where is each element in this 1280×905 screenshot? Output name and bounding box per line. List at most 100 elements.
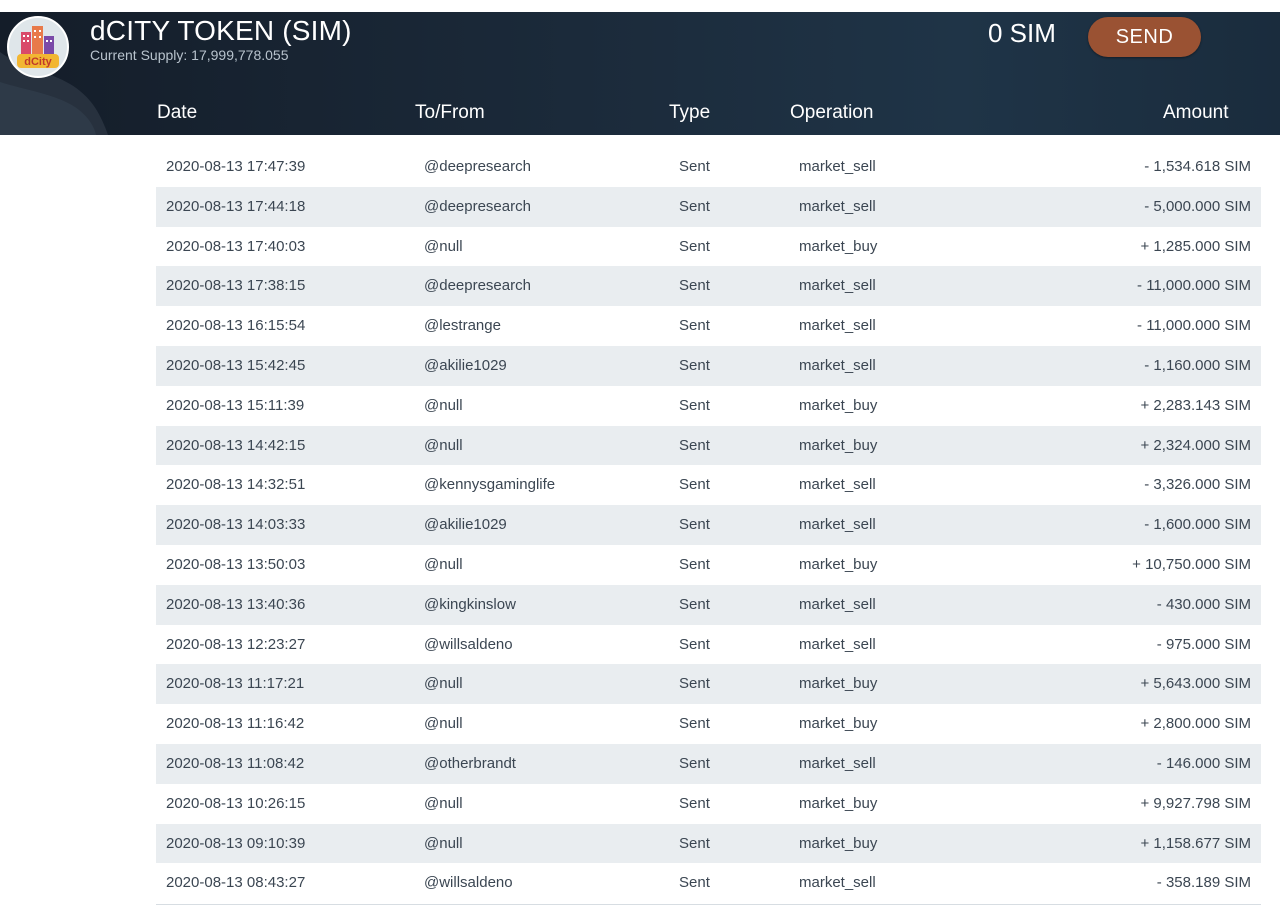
table-row: 2020-08-13 17:47:39 @deepresearch Sent mark… [156,147,1261,187]
cell-to-from: @akilie1029 [424,356,507,374]
cell-type: Sent [679,675,710,693]
cell-to-from: @null [424,834,463,852]
table-row: 2020-08-13 15:42:45 @akilie1029 Sent market… [156,345,1261,386]
cell-date: 2020-08-13 16:15:54 [166,317,306,335]
cell-type: Sent [679,237,710,255]
column-header-operation: Operation [790,102,874,123]
column-header-to-from: To/From [415,102,485,123]
cell-amount: - 5,000.000 SIM [1144,197,1251,215]
cell-to-from: @deepresearch [424,197,531,215]
table-row: 2020-08-13 15:11:39 @null Sent market_buy + … [156,386,1261,426]
table-row: 2020-08-13 13:40:36 @kingkinslow Sent marke… [156,584,1261,625]
cell-amount: - 11,000.000 SIM [1137,317,1251,335]
cell-date: 2020-08-13 14:03:33 [166,516,306,534]
cell-to-from: @willsaldeno [424,635,513,653]
cell-type: Sent [679,754,710,772]
cell-to-from: @lestrange [424,317,501,335]
cell-date: 2020-08-13 15:11:39 [166,396,305,414]
cell-type: Sent [679,476,710,494]
cell-operation: market_sell [799,158,876,175]
cell-type: Sent [679,356,710,374]
cell-operation: market_buy [799,715,878,733]
cell-to-from: @kennysgaminglife [424,476,556,494]
cell-date: 2020-08-13 11:16:42 [166,715,305,733]
table-row: 2020-08-13 17:40:03 @null Sent market_buy + … [156,227,1261,267]
cell-type: Sent [679,794,710,812]
cell-amount: + 2,283.143 SIM [1140,396,1252,414]
cell-to-from: @kingkinslow [424,595,516,613]
table-row: 2020-08-13 14:32:51 @kennysgaminglife Sent… [156,465,1261,505]
token-header: dCity dCITY TOKEN (SIM) Current Supply: … [0,12,1280,135]
cell-to-from: @null [424,555,463,573]
cell-date: 2020-08-13 08:43:27 [166,874,306,892]
table-row: 2020-08-13 13:50:03 @null Sent market_buy + … [156,545,1261,585]
cell-date: 2020-08-13 17:38:15 [166,277,306,295]
cell-operation: market_sell [799,635,876,653]
cell-date: 2020-08-13 09:10:39 [166,834,306,852]
cell-operation: market_buy [799,396,878,414]
cell-operation: market_buy [799,436,878,454]
cell-operation: market_buy [799,834,878,852]
cell-date: 2020-08-13 17:44:18 [166,197,306,215]
svg-text:dCity: dCity [24,56,52,68]
cell-date: 2020-08-13 11:08:42 [166,754,305,772]
cell-operation: market_sell [799,356,876,374]
top-strip [0,0,1280,12]
token-balance: 0 SIM [988,18,1056,48]
cell-type: Sent [679,158,710,175]
table-row: 2020-08-13 09:10:39 @null Sent market_buy + … [156,823,1261,864]
table-row: 2020-08-13 17:38:15 @deepresearch Sent mark… [156,266,1261,307]
cell-date: 2020-08-13 17:47:39 [166,158,306,175]
cell-type: Sent [679,635,710,653]
cell-to-from: @null [424,675,463,693]
cell-operation: market_sell [799,874,876,892]
table-row: 2020-08-13 16:15:54 @lestrange Sent market_… [156,306,1261,346]
cell-date: 2020-08-13 11:17:21 [166,675,305,693]
table-row: 2020-08-13 10:26:15 @null Sent market_buy + … [156,784,1261,824]
column-header-type: Type [669,102,711,123]
cell-operation: market_sell [799,516,876,534]
cell-amount: - 975.000 SIM [1156,635,1251,653]
cell-date: 2020-08-13 12:23:27 [166,635,306,653]
cell-to-from: @deepresearch [424,277,531,295]
cell-date: 2020-08-13 17:40:03 [166,237,306,255]
cell-operation: market_sell [799,277,876,295]
column-header-amount: Amount [1163,102,1229,123]
table-row: 2020-08-13 08:43:27 @willsaldeno Sent marke… [156,863,1261,903]
table-row: 2020-08-13 14:03:33 @akilie1029 Sent market… [156,505,1261,545]
cell-amount: + 10,750.000 SIM [1132,555,1251,573]
cell-amount: + 2,324.000 SIM [1140,436,1252,454]
send-button[interactable]: SEND [1088,17,1201,57]
cell-date: 2020-08-13 15:42:45 [166,356,306,374]
cell-type: Sent [679,317,710,335]
cell-type: Sent [679,555,710,573]
cell-operation: market_sell [799,317,876,335]
cell-operation: market_sell [799,476,876,494]
cell-amount: + 1,285.000 SIM [1140,237,1252,255]
cell-type: Sent [679,436,710,454]
cell-type: Sent [679,277,710,295]
transaction-table: 2020-08-13 17:47:39 @deepresearch Sent mark… [156,147,1261,903]
cell-to-from: @willsaldeno [424,874,513,892]
token-title: dCITY TOKEN (SIM) [90,15,352,46]
cell-amount: - 11,000.000 SIM [1137,277,1251,295]
table-row: 2020-08-13 11:16:42 @null Sent market_buy + … [156,704,1261,744]
cell-amount: + 5,643.000 SIM [1140,675,1252,693]
cell-to-from: @null [424,237,463,255]
cell-amount: - 430.000 SIM [1156,595,1251,613]
cell-to-from: @null [424,396,463,414]
cell-operation: market_buy [799,794,878,812]
cell-date: 2020-08-13 10:26:15 [166,794,306,812]
cell-to-from: @akilie1029 [424,516,507,534]
cell-amount: - 1,534.618 SIM [1144,158,1251,175]
cell-operation: market_buy [799,675,878,693]
cell-amount: - 3,326.000 SIM [1144,476,1251,494]
cell-type: Sent [679,595,710,613]
column-header-date: Date [157,102,198,123]
cell-date: 2020-08-13 13:50:03 [166,555,306,573]
cell-amount: - 146.000 SIM [1156,754,1251,772]
cell-date: 2020-08-13 13:40:36 [166,595,306,613]
cell-date: 2020-08-13 14:42:15 [166,436,306,454]
cell-amount: + 1,158.677 SIM [1140,834,1252,852]
current-supply: Current Supply: 17,999,778.055 [90,47,289,63]
